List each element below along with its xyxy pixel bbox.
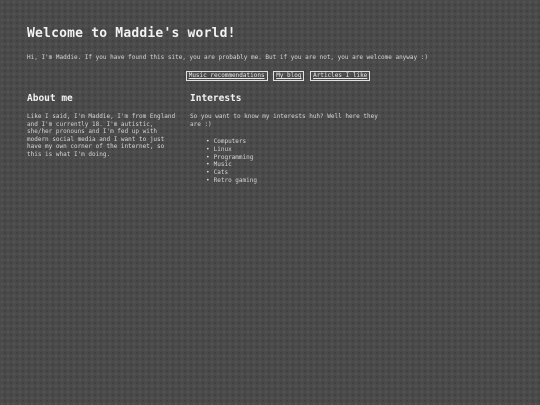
nav-links: Music recommendations My blog Articles I… bbox=[27, 71, 517, 81]
list-item: Computers bbox=[206, 138, 390, 146]
about-text: Like I said, I'm Maddie, I'm from Englan… bbox=[27, 113, 176, 158]
about-heading: About me bbox=[27, 93, 73, 104]
intro-text: Hi, I'm Maddie. If you have found this s… bbox=[27, 54, 428, 61]
interests-list: Computers Linux Programming Music Cats R… bbox=[190, 138, 390, 184]
nav-link-music-recommendations[interactable]: Music recommendations bbox=[185, 71, 268, 81]
interests-section: Interests So you want to know my interes… bbox=[190, 93, 390, 184]
page-title: Welcome to Maddie's world! bbox=[27, 26, 236, 41]
list-item: Music bbox=[206, 161, 390, 169]
page-content: Welcome to Maddie's world! Hi, I'm Maddi… bbox=[27, 26, 517, 184]
list-item: Programming bbox=[206, 154, 390, 162]
list-item: Retro gaming bbox=[206, 177, 390, 185]
list-item: Linux bbox=[206, 146, 390, 154]
about-section: About me Like I said, I'm Maddie, I'm fr… bbox=[27, 93, 182, 184]
nav-link-my-blog[interactable]: My blog bbox=[273, 71, 305, 81]
interests-intro: So you want to know my interests huh? We… bbox=[190, 113, 378, 128]
list-item: Cats bbox=[206, 169, 390, 177]
content-columns: About me Like I said, I'm Maddie, I'm fr… bbox=[27, 93, 517, 184]
interests-heading: Interests bbox=[190, 93, 242, 104]
nav-link-articles-i-like[interactable]: Articles I like bbox=[310, 71, 371, 81]
